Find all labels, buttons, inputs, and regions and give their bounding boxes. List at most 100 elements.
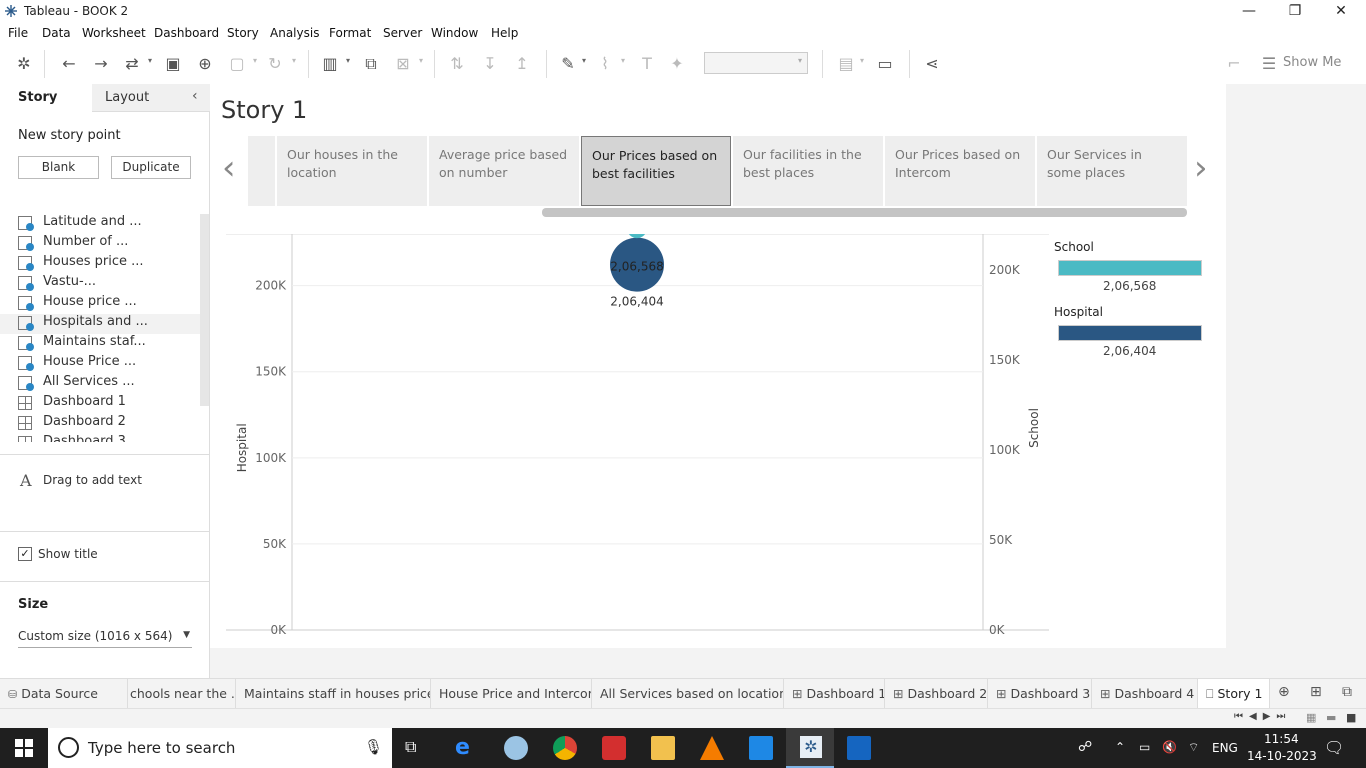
highlight-icon[interactable]: ✎ xyxy=(557,54,579,74)
list-item[interactable]: Hospitals and ... xyxy=(0,314,200,334)
photos-icon[interactable] xyxy=(847,736,871,760)
restore-button[interactable]: ❐ xyxy=(1272,0,1318,22)
people-icon[interactable]: ☍ xyxy=(1078,739,1092,755)
new-story-tab-icon[interactable]: ⧉ xyxy=(1342,684,1352,700)
paint-icon[interactable] xyxy=(504,736,528,760)
menu-worksheet[interactable]: Worksheet xyxy=(82,26,146,40)
sort-ascending-icon[interactable]: ↧ xyxy=(479,54,501,74)
paint-format-icon[interactable]: ⌐ xyxy=(1223,54,1245,74)
menu-file[interactable]: File xyxy=(8,26,28,40)
collapse-panel-icon[interactable]: ‹ xyxy=(192,88,198,104)
new-data-source-icon[interactable]: ⊕ xyxy=(194,54,216,74)
duplicate-button[interactable]: Duplicate xyxy=(111,156,191,179)
tab-data-source[interactable]: ⛁ Data Source xyxy=(0,679,128,708)
redirect-dropdown-icon[interactable]: ▾ xyxy=(148,56,156,65)
show-me-icon[interactable]: ☰ xyxy=(1258,54,1280,74)
show-title-checkbox[interactable]: ✓ xyxy=(18,547,32,561)
file-explorer-icon[interactable] xyxy=(651,736,675,760)
vlc-icon[interactable] xyxy=(700,736,724,760)
refresh-dropdown-icon[interactable]: ▾ xyxy=(292,56,300,65)
tab-story-1[interactable]: ⎕ Story 1 xyxy=(1198,679,1270,708)
show-mark-labels-icon[interactable]: T xyxy=(636,54,658,74)
redo-icon[interactable]: → xyxy=(90,54,112,74)
tab-dashboard-4[interactable]: ⊞ Dashboard 4 xyxy=(1092,679,1198,708)
clear-dropdown-icon[interactable]: ▾ xyxy=(419,56,427,65)
duplicate-sheet-icon[interactable]: ⧉ xyxy=(360,54,382,74)
minimize-button[interactable]: — xyxy=(1226,0,1272,22)
share-icon[interactable]: ⋖ xyxy=(921,54,943,74)
menu-window[interactable]: Window xyxy=(431,26,478,40)
volume-muted-icon[interactable]: 🔇 xyxy=(1162,740,1177,754)
tab-maintains-staff[interactable]: Maintains staff in houses prices xyxy=(236,679,431,708)
mail-icon[interactable] xyxy=(749,736,773,760)
new-worksheet-icon[interactable]: ▥ xyxy=(319,54,341,74)
fit-dropdown[interactable]: ▾ xyxy=(704,52,808,74)
pause-dropdown-icon[interactable]: ▾ xyxy=(253,56,261,65)
tab-dashboard-3[interactable]: ⊞ Dashboard 3 xyxy=(988,679,1092,708)
task-view-icon[interactable]: ⧉ xyxy=(405,737,416,757)
menu-format[interactable]: Format xyxy=(329,26,371,40)
edge-icon[interactable]: e xyxy=(455,736,479,760)
tableau-taskbar-active[interactable]: ✲ xyxy=(786,728,834,768)
tray-expand-icon[interactable]: ⌃ xyxy=(1115,740,1125,754)
menu-data[interactable]: Data xyxy=(42,26,71,40)
sheet-sorter-icon[interactable]: ▦ xyxy=(1306,711,1316,724)
menu-analysis[interactable]: Analysis xyxy=(270,26,319,40)
undo-icon[interactable]: ← xyxy=(58,54,80,74)
close-button[interactable]: ✕ xyxy=(1318,0,1364,22)
group-members-icon[interactable]: ⌇ xyxy=(594,54,616,74)
sheet-list-scrollbar[interactable] xyxy=(200,214,209,406)
refresh-icon[interactable]: ↻ xyxy=(264,54,286,74)
story-point-6[interactable]: Our Services in some places xyxy=(1037,136,1187,206)
clear-sheet-icon[interactable]: ⊠ xyxy=(392,54,414,74)
battery-icon[interactable]: ▭ xyxy=(1139,740,1150,754)
pause-updates-icon[interactable]: ▢ xyxy=(226,54,248,74)
group-dropdown-icon[interactable]: ▾ xyxy=(621,56,629,65)
tab-all-services[interactable]: All Services based on locations xyxy=(592,679,784,708)
drag-to-add-text[interactable]: Drag to add text xyxy=(43,473,142,487)
sheet-navigation-icons[interactable]: ⏮◀▶⏭ xyxy=(1234,711,1291,722)
clock-time[interactable]: 11:54 xyxy=(1264,732,1299,746)
fix-axes-icon[interactable]: ✦ xyxy=(666,54,688,74)
windows-start-icon[interactable] xyxy=(15,739,33,757)
save-icon[interactable]: ▣ xyxy=(162,54,184,74)
size-dropdown[interactable]: Custom size (1016 x 564) ▼ xyxy=(18,628,192,648)
story-point-5[interactable]: Our Prices based on Intercom xyxy=(885,136,1035,206)
menu-help[interactable]: Help xyxy=(491,26,518,40)
show-me-label[interactable]: Show Me xyxy=(1283,55,1341,70)
story-point-2[interactable]: Average price based on number xyxy=(429,136,579,206)
new-dashboard-tab-icon[interactable]: ⊞ xyxy=(1310,684,1322,700)
menu-dashboard[interactable]: Dashboard xyxy=(154,26,219,40)
story-point-4[interactable]: Our facilities in the best places xyxy=(733,136,883,206)
story-point-0[interactable] xyxy=(248,136,275,206)
highlight-dropdown-icon[interactable]: ▾ xyxy=(582,56,590,65)
taskbar-search-box[interactable]: Type here to search 🎙 xyxy=(48,728,392,768)
tab-house-price-intercom[interactable]: House Price and Intercom xyxy=(431,679,592,708)
new-worksheet-tab-icon[interactable]: ⊕ xyxy=(1278,684,1290,700)
microphone-icon[interactable]: 🎙 xyxy=(364,738,383,756)
previous-point-arrow-icon[interactable]: ‹ xyxy=(222,148,236,188)
tab-story[interactable]: Story xyxy=(0,84,92,112)
clock-date[interactable]: 14-10-2023 xyxy=(1247,749,1317,763)
sort-descending-icon[interactable]: ↥ xyxy=(511,54,533,74)
tab-dashboard-2[interactable]: ⊞ Dashboard 2 xyxy=(885,679,988,708)
blank-button[interactable]: Blank xyxy=(18,156,99,179)
story-point-1[interactable]: Our houses in the location xyxy=(277,136,427,206)
wifi-icon[interactable]: ⌔ xyxy=(1188,740,1199,755)
cards-dropdown-icon[interactable]: ▾ xyxy=(860,56,868,65)
tab-dashboard-1[interactable]: ⊞ Dashboard 1 xyxy=(784,679,885,708)
menu-server[interactable]: Server xyxy=(383,26,422,40)
story-point-3[interactable]: Our Prices based on best facilities xyxy=(581,136,731,206)
tableau-start-icon[interactable]: ✲ xyxy=(13,54,35,74)
story-points-scrollbar[interactable] xyxy=(542,208,1187,217)
show-cards-icon[interactable]: ▤ xyxy=(835,54,857,74)
next-point-arrow-icon[interactable]: › xyxy=(1194,148,1208,188)
acrobat-icon[interactable] xyxy=(602,736,626,760)
new-worksheet-dropdown-icon[interactable]: ▾ xyxy=(346,56,354,65)
tab-schools-near[interactable]: chools near the ... xyxy=(128,679,236,708)
input-language[interactable]: ENG xyxy=(1212,741,1238,755)
notifications-icon[interactable]: 🗨 xyxy=(1324,738,1344,757)
presentation-mode-icon[interactable]: ▭ xyxy=(874,54,896,74)
menu-story[interactable]: Story xyxy=(227,26,259,40)
filmstrip-icon[interactable]: ▬ xyxy=(1326,711,1336,724)
